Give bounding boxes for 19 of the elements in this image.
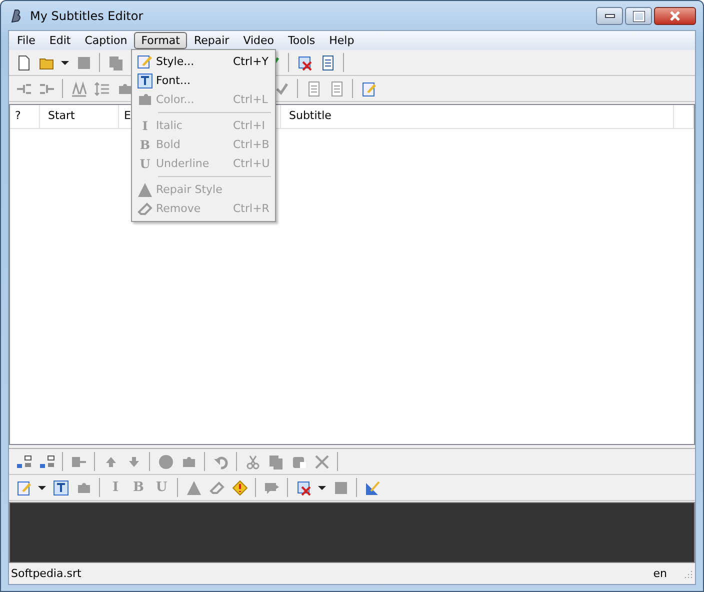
menu-item[interactable]: Repair xyxy=(186,32,236,49)
menu-item[interactable]: Edit xyxy=(42,32,78,49)
menu-item[interactable]: Tools xyxy=(281,32,322,49)
column-header[interactable]: Subtitle xyxy=(281,105,674,128)
format-glyph: B xyxy=(140,138,150,152)
column-header[interactable]: Start xyxy=(40,105,119,128)
menu-item[interactable]: Caption xyxy=(78,32,134,49)
format-glyph: I xyxy=(142,118,148,132)
menu-item[interactable]: Format xyxy=(134,32,187,49)
column-header[interactable]: ? xyxy=(10,105,40,128)
menu-entry[interactable]: Style... Ctrl+Y xyxy=(134,52,273,71)
status-filename: Softpedia.srt xyxy=(11,567,82,580)
format-glyph: U xyxy=(140,156,150,170)
menu-entry[interactable]: Font... xyxy=(134,71,273,90)
menu-item[interactable]: File xyxy=(10,32,42,49)
window-title: My Subtitles Editor xyxy=(30,8,144,22)
menu-item[interactable]: Video xyxy=(236,32,282,49)
menu-item[interactable]: Help xyxy=(322,32,362,49)
status-language: en xyxy=(653,567,667,580)
